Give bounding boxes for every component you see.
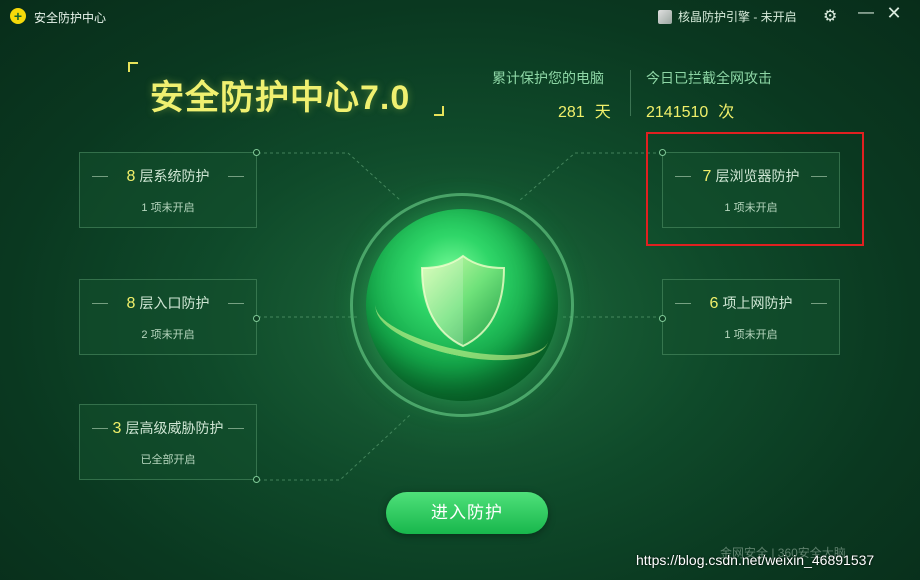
brand-header: 安全防护中心7.0 bbox=[128, 62, 444, 117]
stat-blocked-attacks: 今日已拦截全网攻击 2141510 次 bbox=[646, 68, 772, 122]
connector-dot bbox=[253, 315, 260, 322]
card-title: 8 层入口防护 bbox=[80, 293, 256, 313]
enter-protection-button[interactable]: 进入防护 bbox=[386, 492, 548, 534]
stat-label: 累计保护您的电脑 bbox=[492, 70, 604, 86]
connector-dot bbox=[253, 149, 260, 156]
card-status: 1 项未开启 bbox=[724, 329, 778, 341]
shield-icon bbox=[420, 254, 506, 348]
stat-value: 2141510 次 bbox=[646, 98, 772, 122]
watermark: https://blog.csdn.net/weixin_46891537 bbox=[636, 552, 875, 568]
card-status: 1 项未开启 bbox=[141, 202, 195, 214]
stat-unit: 次 bbox=[718, 104, 735, 121]
stat-protected-days: 累计保护您的电脑 281 天 bbox=[492, 68, 611, 122]
stat-number: 2141510 bbox=[646, 104, 709, 121]
stat-label: 今日已拦截全网攻击 bbox=[646, 70, 772, 86]
corner-decoration bbox=[128, 62, 138, 72]
card-title: 6 项上网防护 bbox=[663, 293, 839, 313]
stat-number: 281 bbox=[558, 104, 585, 121]
advanced-threat-card[interactable]: 3 层高级威胁防护 已全部开启 bbox=[79, 404, 260, 483]
stat-divider bbox=[630, 70, 631, 116]
connector-dot bbox=[253, 476, 260, 483]
brand-title: 安全防护中心7.0 bbox=[150, 79, 411, 117]
entry-protection-card[interactable]: 8 层入口防护 2 项未开启 bbox=[79, 279, 260, 355]
stat-unit: 天 bbox=[594, 104, 611, 121]
stat-value: 281 天 bbox=[492, 98, 611, 122]
card-title: 3 层高级威胁防护 bbox=[80, 418, 256, 438]
card-status: 已全部开启 bbox=[140, 454, 196, 466]
system-protection-card[interactable]: 8 层系统防护 1 项未开启 bbox=[79, 149, 260, 228]
web-protection-card[interactable]: 6 项上网防护 1 项未开启 bbox=[659, 279, 840, 355]
card-title: 8 层系统防护 bbox=[80, 166, 256, 186]
corner-decoration bbox=[434, 106, 444, 116]
connector-dot bbox=[659, 315, 666, 322]
highlight-frame bbox=[646, 132, 864, 246]
card-status: 2 项未开启 bbox=[141, 329, 195, 341]
